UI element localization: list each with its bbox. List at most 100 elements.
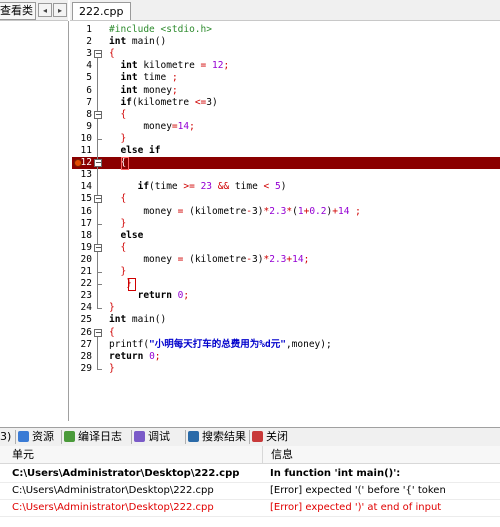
code-line[interactable]: 18 else xyxy=(72,230,500,242)
line-number[interactable]: 29 xyxy=(72,363,92,375)
line-number[interactable]: 14 xyxy=(72,181,92,193)
line-number[interactable]: 5 xyxy=(72,72,92,84)
fold-toggle-icon[interactable]: − xyxy=(94,159,102,168)
bottom-tab-search-results[interactable]: 搜索结果 xyxy=(188,429,246,445)
code-line[interactable]: 26 { xyxy=(72,327,500,339)
line-number[interactable]: 18 xyxy=(72,230,92,242)
code-text: { xyxy=(109,193,126,205)
code-line[interactable]: 12 { xyxy=(72,157,500,170)
code-text: if(time >= 23 && time < 5) xyxy=(109,181,287,193)
code-line[interactable]: 27 printf("小明每天打车的总费用为%d元",money); xyxy=(72,339,500,351)
bottom-tab-resources[interactable]: 资源 xyxy=(18,429,54,445)
line-number[interactable]: 28 xyxy=(72,351,92,363)
line-number[interactable]: 15 xyxy=(72,193,92,205)
line-number[interactable]: 27 xyxy=(72,339,92,351)
line-number[interactable]: 11 xyxy=(72,145,92,157)
code-line[interactable]: 11 else if xyxy=(72,145,500,157)
fold-toggle-icon[interactable]: − xyxy=(94,243,102,252)
code-token: ; xyxy=(303,253,310,265)
code-line[interactable]: 3{ xyxy=(72,48,500,60)
code-line[interactable]: 21 } xyxy=(72,266,500,278)
fold-toggle-icon[interactable]: − xyxy=(94,328,102,337)
bottom-panel-tabs: 3) 资源 编译日志 调试 搜索结果 关闭 xyxy=(0,427,500,447)
scroll-right-button[interactable]: ▸ xyxy=(53,3,67,17)
code-line[interactable]: 4 int kilometre = 12; xyxy=(72,60,500,72)
line-number[interactable]: 8 xyxy=(72,109,92,121)
line-number[interactable]: 2 xyxy=(72,36,92,48)
code-line[interactable]: 6 int money; xyxy=(72,85,500,97)
code-line[interactable]: 8 { xyxy=(72,109,500,121)
scroll-left-button[interactable]: ◂ xyxy=(38,3,52,17)
code-line[interactable]: 7 if(kilometre <=3) xyxy=(72,97,500,109)
code-line[interactable]: 19 { xyxy=(72,242,500,254)
code-token: money xyxy=(137,84,172,96)
file-tab-222-cpp[interactable]: 222.cpp xyxy=(72,2,131,20)
message-row[interactable]: C:\Users\Administrator\Desktop\222.cpp [E… xyxy=(0,483,500,500)
code-text: if(kilometre <=3) xyxy=(109,96,217,109)
line-number[interactable]: 3 xyxy=(72,48,92,60)
code-editor[interactable]: 1 #include <stdio.h> 2 int main() 3{4 int ki… xyxy=(72,21,500,421)
class-browser-panel[interactable] xyxy=(0,21,69,421)
class-browser-tab[interactable]: 查看类 xyxy=(0,2,36,20)
line-number[interactable]: 24 xyxy=(72,302,92,314)
bottom-tab-compile-log[interactable]: 编译日志 xyxy=(64,429,122,445)
code-text: } xyxy=(109,266,126,278)
bottom-tab-label: 3) xyxy=(0,430,12,443)
code-line[interactable]: 16 money = (kilometre-3)*2.3*(1+0.2)+14 … xyxy=(72,206,500,218)
bottom-tab-close[interactable]: 关闭 xyxy=(252,429,288,445)
line-number[interactable]: 21 xyxy=(72,266,92,278)
line-number[interactable]: 17 xyxy=(72,218,92,230)
line-number[interactable]: 1 xyxy=(72,24,92,36)
bottom-tab-partial-tab[interactable]: 3) xyxy=(0,429,11,445)
code-line[interactable]: 13 xyxy=(72,169,500,181)
line-number[interactable]: 25 xyxy=(72,314,92,326)
code-token: ) xyxy=(280,181,287,193)
line-number[interactable]: 13 xyxy=(72,169,92,181)
line-number[interactable]: 16 xyxy=(72,206,92,218)
line-number[interactable]: 7 xyxy=(72,97,92,109)
code-line[interactable]: 25 int main() xyxy=(72,314,500,326)
code-line[interactable]: 2 int main() xyxy=(72,36,500,48)
compile-log-icon xyxy=(64,431,75,442)
code-token: { xyxy=(109,326,115,338)
code-line[interactable]: 1 #include <stdio.h> xyxy=(72,24,500,36)
column-header-unit[interactable]: 单元 xyxy=(0,446,262,464)
bottom-tab-label: 编译日志 xyxy=(78,430,122,443)
column-header-info[interactable]: 信息 xyxy=(262,446,500,464)
code-line[interactable]: 14 if(time >= 23 && time < 5) xyxy=(72,181,500,193)
code-line[interactable]: 5 int time ; xyxy=(72,72,500,84)
line-number[interactable]: 4 xyxy=(72,60,92,72)
line-number[interactable]: 19 xyxy=(72,242,92,254)
line-number[interactable]: 22 xyxy=(72,278,92,290)
bottom-tab-debug[interactable]: 调试 xyxy=(134,429,170,445)
code-line[interactable]: 15 { xyxy=(72,193,500,205)
line-number[interactable]: 20 xyxy=(72,254,92,266)
message-row[interactable]: C:\Users\Administrator\Desktop\222.cpp In… xyxy=(0,466,500,483)
code-line[interactable]: 9 money=14; xyxy=(72,121,500,133)
code-token: printf( xyxy=(109,338,150,350)
code-text: else if xyxy=(109,145,160,157)
fold-end-marker xyxy=(97,308,102,310)
fold-end-marker xyxy=(97,223,102,225)
line-number[interactable]: 6 xyxy=(72,85,92,97)
line-number[interactable]: 10 xyxy=(72,133,92,145)
code-line[interactable]: 20 money = (kilometre-3)*2.3+14; xyxy=(72,254,500,266)
fold-end-marker xyxy=(97,284,102,286)
code-line[interactable]: 10 } xyxy=(72,133,500,145)
code-line[interactable]: 17 } xyxy=(72,218,500,230)
line-number[interactable]: 9 xyxy=(72,121,92,133)
fold-toggle-icon[interactable]: − xyxy=(94,110,102,119)
fold-toggle-icon[interactable]: − xyxy=(94,195,102,204)
fold-toggle-icon[interactable]: − xyxy=(94,50,102,59)
code-line[interactable]: 22 } xyxy=(72,278,500,290)
code-line[interactable]: 29} xyxy=(72,363,500,375)
code-line[interactable]: 24} xyxy=(72,302,500,314)
tab-separator xyxy=(249,430,250,444)
code-token: 3) xyxy=(252,253,264,265)
code-token: if xyxy=(109,96,132,108)
code-line[interactable]: 23 return 0; xyxy=(72,290,500,302)
line-number[interactable]: 23 xyxy=(72,290,92,302)
code-line[interactable]: 28 return 0; xyxy=(72,351,500,363)
line-number[interactable]: 26 xyxy=(72,327,92,339)
message-row[interactable]: C:\Users\Administrator\Desktop\222.cpp [E… xyxy=(0,500,500,517)
